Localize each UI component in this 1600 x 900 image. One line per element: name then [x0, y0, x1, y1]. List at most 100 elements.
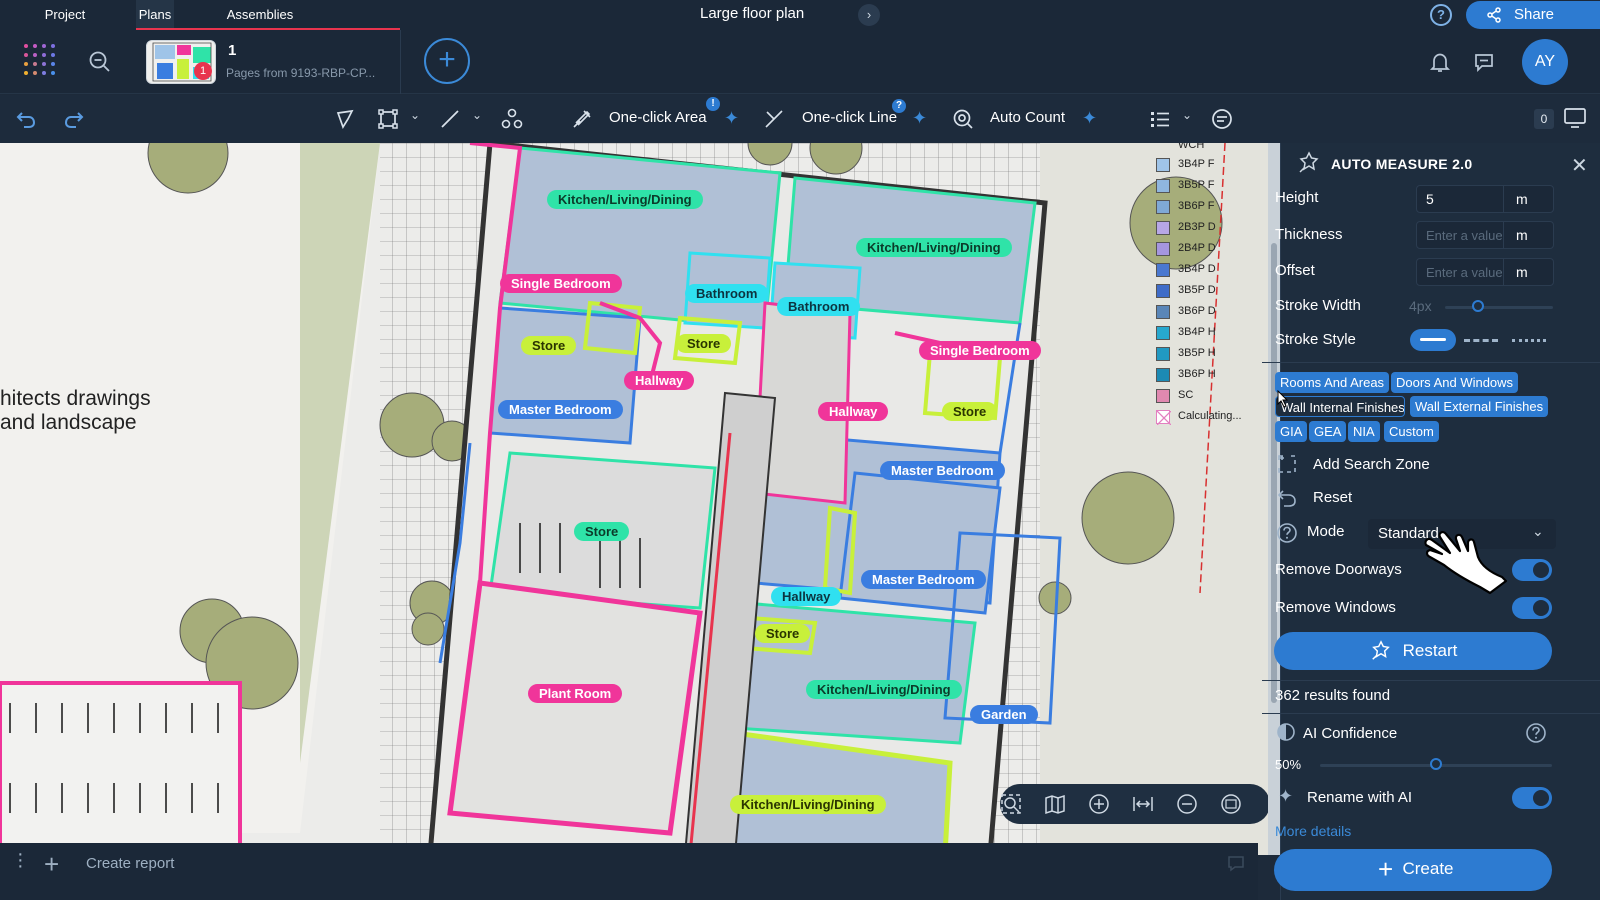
offset-field[interactable]: Enter a value m	[1416, 258, 1554, 286]
legend-item[interactable]: 3B5P F	[1156, 176, 1215, 195]
stroke-style-dash-dot[interactable]	[1512, 339, 1546, 342]
fit-width-icon[interactable]	[1132, 793, 1154, 820]
legend-item[interactable]: 3B5P H	[1156, 344, 1216, 363]
chat-icon[interactable]	[1226, 853, 1246, 873]
legend-item[interactable]: 3B4P D	[1156, 260, 1216, 279]
legend-item[interactable]: 3B6P D	[1156, 302, 1216, 321]
room-tag[interactable]: Kitchen/Living/Dining	[730, 795, 886, 814]
search-icon[interactable]	[88, 50, 112, 74]
zoom-out-icon[interactable]	[1176, 793, 1198, 820]
bell-icon[interactable]	[1428, 50, 1452, 74]
offset-placeholder[interactable]: Enter a value	[1426, 265, 1506, 280]
create-button[interactable]: + Create	[1274, 849, 1552, 891]
legend-item[interactable]: Calculating...	[1156, 407, 1242, 426]
add-zone-icon[interactable]	[1276, 453, 1298, 475]
chip-gea[interactable]: GEA	[1309, 421, 1347, 442]
room-tag[interactable]: Store	[574, 522, 630, 541]
stroke-style-solid[interactable]	[1410, 329, 1456, 351]
line-tool-icon[interactable]	[438, 107, 462, 131]
chip-custom[interactable]: Custom	[1384, 421, 1439, 442]
room-tag[interactable]: Hallway	[624, 371, 695, 390]
room-tag[interactable]: Hallway	[771, 587, 842, 606]
zoom-in-icon[interactable]	[1088, 793, 1110, 820]
room-tag[interactable]: Plant Room	[528, 684, 623, 703]
one-click-area-button[interactable]: One-click Area	[609, 109, 707, 126]
undo-icon[interactable]	[14, 107, 38, 131]
stroke-width-slider[interactable]	[1445, 306, 1553, 309]
legend-item[interactable]: 3B4P H	[1156, 323, 1216, 342]
document-title[interactable]: Large floor plan	[700, 5, 804, 22]
height-value[interactable]: 5	[1426, 191, 1434, 207]
room-tag[interactable]: Master Bedroom	[498, 400, 623, 419]
map-icon[interactable]	[1044, 793, 1066, 820]
chip-nia[interactable]: NIA	[1348, 421, 1380, 442]
chip-wall-internal-finishes[interactable]: Wall Internal Finishes	[1275, 396, 1405, 417]
room-tag[interactable]: Kitchen/Living/Dining	[806, 680, 962, 699]
legend-item[interactable]: 3B6P H	[1156, 365, 1216, 384]
one-click-area-icon[interactable]	[570, 107, 594, 131]
more-vertical-icon[interactable]: · · ·	[17, 844, 24, 876]
legend-item[interactable]: 3B6P F	[1156, 197, 1215, 216]
drawing-canvas[interactable]: hitects drawings and landscape Kitchen/L…	[0, 143, 1280, 855]
room-tag[interactable]: Kitchen/Living/Dining	[856, 238, 1012, 257]
stroke-width-knob[interactable]	[1472, 300, 1484, 312]
reset-button[interactable]: Reset	[1313, 489, 1352, 506]
room-tag[interactable]: Kitchen/Living/Dining	[547, 190, 703, 209]
create-report-button[interactable]: Create report	[86, 855, 174, 872]
room-tag[interactable]: Master Bedroom	[861, 570, 986, 589]
room-tag[interactable]: Store	[942, 402, 998, 421]
room-tag[interactable]: Store	[521, 336, 577, 355]
chip-doors-and-windows[interactable]: Doors And Windows	[1391, 372, 1519, 393]
room-tag[interactable]: Master Bedroom	[880, 461, 1005, 480]
legend-item[interactable]: WCH	[1156, 143, 1204, 155]
restart-button[interactable]: Restart	[1274, 632, 1552, 670]
thickness-placeholder[interactable]: Enter a value	[1426, 228, 1506, 243]
list-icon[interactable]	[1148, 107, 1172, 131]
legend-item[interactable]: 2B3P D	[1156, 218, 1216, 237]
close-icon[interactable]: ✕	[1571, 153, 1588, 178]
polygon-tool-icon[interactable]	[334, 107, 358, 131]
height-field[interactable]: 5 m	[1416, 185, 1554, 213]
room-tag[interactable]: Store	[755, 624, 811, 643]
legend-item[interactable]: 3B5P D	[1156, 281, 1216, 300]
monitor-icon[interactable]	[1562, 105, 1588, 131]
chevron-right-icon[interactable]: ›	[858, 4, 880, 26]
room-tag[interactable]: Garden	[970, 705, 1038, 724]
apps-grid-icon[interactable]	[24, 44, 56, 76]
stroke-style-dashed[interactable]	[1464, 339, 1498, 342]
auto-count-icon[interactable]	[951, 107, 975, 131]
comments-filter-icon[interactable]	[1210, 107, 1234, 131]
legend-item[interactable]: 3B4P F	[1156, 155, 1215, 174]
zoom-to-fit-icon[interactable]	[1000, 793, 1022, 820]
tab-project[interactable]: Project	[28, 0, 102, 30]
ai-confidence-knob[interactable]	[1430, 758, 1442, 770]
help-circle-icon[interactable]	[1525, 722, 1547, 744]
chip-wall-external-finishes[interactable]: Wall External Finishes	[1410, 396, 1549, 417]
chevron-down-icon[interactable]: ⌄	[410, 108, 420, 122]
plus-icon[interactable]: +	[44, 849, 59, 880]
add-search-zone-button[interactable]: Add Search Zone	[1313, 456, 1430, 473]
chip-gia[interactable]: GIA	[1275, 421, 1308, 442]
more-details-link[interactable]: More details	[1275, 823, 1351, 839]
user-avatar[interactable]: AY	[1522, 39, 1568, 85]
comment-icon[interactable]	[1472, 50, 1496, 74]
room-tag[interactable]: Hallway	[818, 402, 889, 421]
room-tag[interactable]: Bathroom	[777, 297, 861, 316]
tab-assemblies[interactable]: Assemblies	[220, 0, 300, 30]
help-icon[interactable]: ?	[1430, 4, 1452, 26]
help-circle-icon[interactable]	[1276, 522, 1298, 544]
one-click-line-icon[interactable]	[762, 107, 786, 131]
room-tag[interactable]: Single Bedroom	[500, 274, 622, 293]
one-click-line-button[interactable]: One-click Line	[802, 109, 897, 126]
chevron-down-icon[interactable]: ⌄	[472, 108, 482, 122]
chip-rooms-and-areas[interactable]: Rooms And Areas	[1275, 372, 1390, 393]
remove-windows-toggle[interactable]	[1512, 597, 1552, 619]
tab-plans[interactable]: Plans	[136, 0, 174, 30]
legend-item[interactable]: SC	[1156, 386, 1193, 405]
count-tool-icon[interactable]	[500, 107, 524, 131]
area-tool-icon[interactable]	[376, 107, 400, 131]
room-tag[interactable]: Store	[676, 334, 732, 353]
room-tag[interactable]: Single Bedroom	[919, 341, 1041, 360]
share-button[interactable]: Share	[1466, 1, 1600, 29]
height-unit[interactable]: m	[1503, 186, 1555, 212]
